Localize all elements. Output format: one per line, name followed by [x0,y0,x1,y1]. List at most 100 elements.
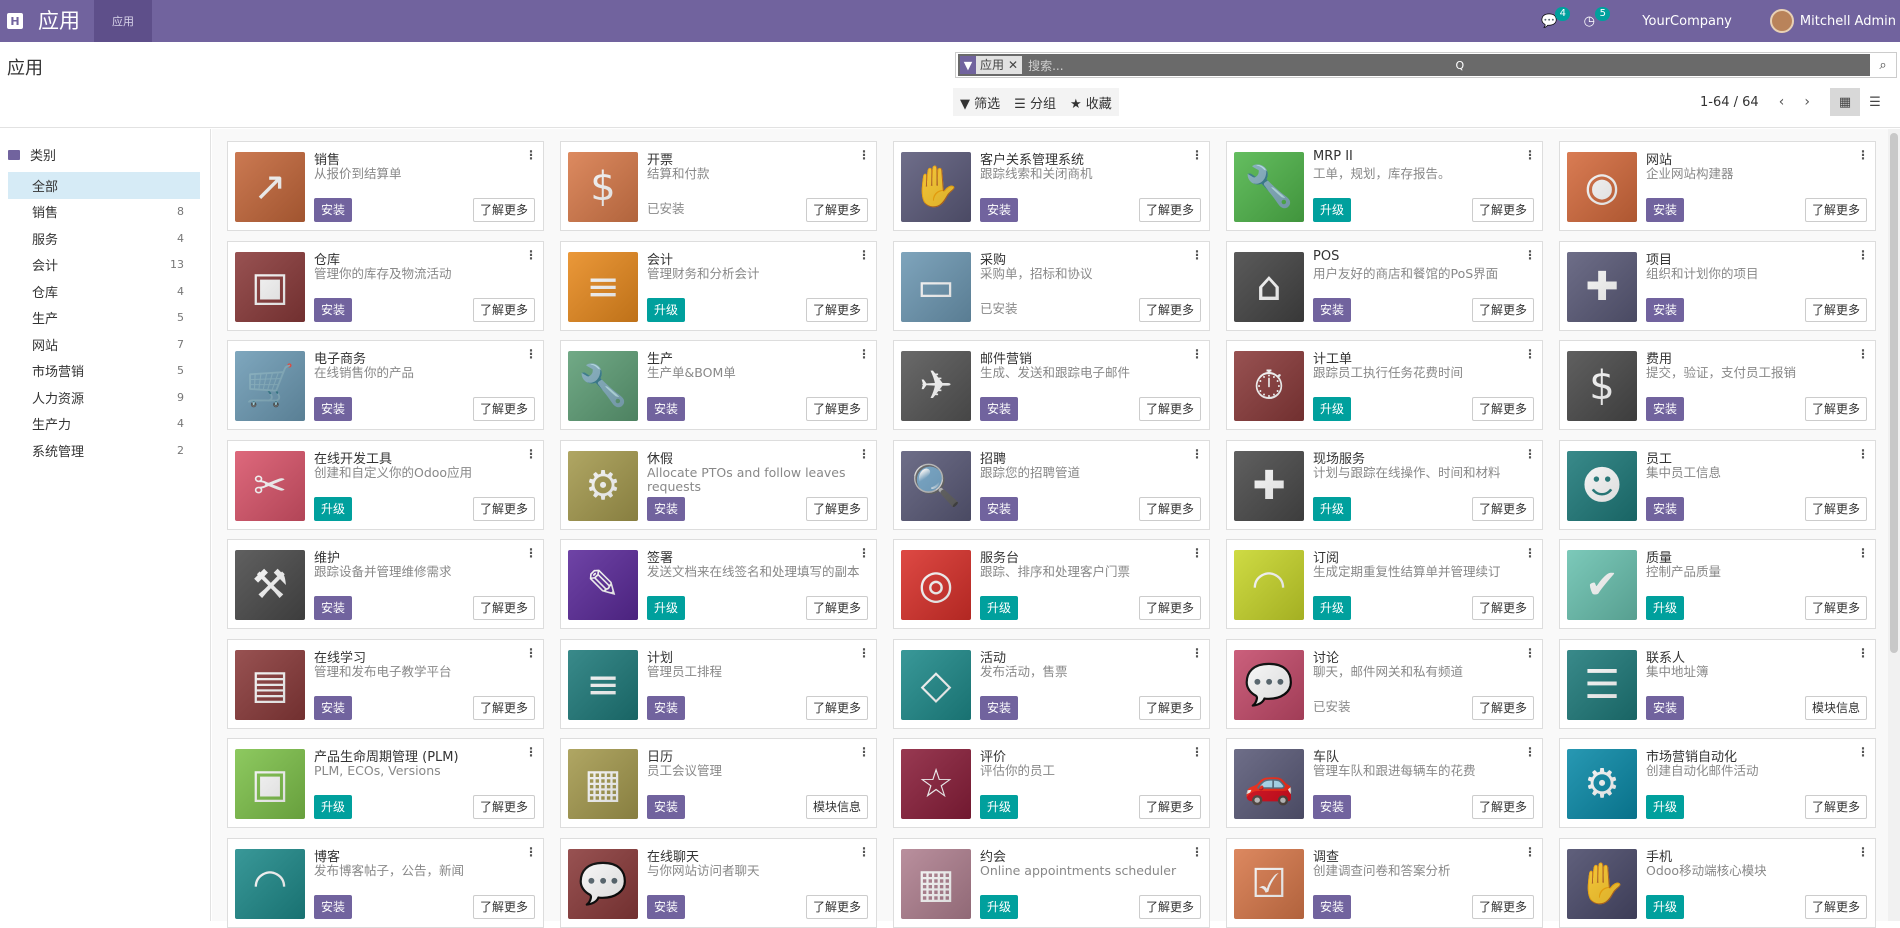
messages-button[interactable]: 💬 4 [1534,0,1571,42]
user-menu[interactable]: Mitchell Admin [1769,9,1896,33]
app-card[interactable]: $ 开票 结算和付款 ⋮ 已安装 了解更多 [560,141,877,231]
upgrade-button[interactable]: 升级 [1646,894,1685,919]
favorites-dropdown[interactable]: ★ 收藏 [1063,93,1119,112]
app-card[interactable]: ☰ 联系人 集中地址簿 ⋮ 安装 模块信息 [1559,638,1876,729]
install-button[interactable]: 安装 [1646,297,1685,322]
sidebar-item[interactable]: 市场营销 5 [8,358,200,385]
app-card[interactable]: ▦ 日历 员工会议管理 ⋮ 安装 模块信息 [560,738,877,828]
chevron-right-icon[interactable]: › [1804,94,1810,110]
learn-more-button[interactable]: 了解更多 [1471,596,1534,620]
kebab-menu-icon[interactable]: ⋮ [858,546,870,560]
learn-more-button[interactable]: 了解更多 [472,596,535,620]
learn-more-button[interactable]: 模块信息 [1804,695,1867,720]
learn-more-button[interactable]: 了解更多 [472,695,535,720]
learn-more-button[interactable]: 了解更多 [1471,397,1534,421]
learn-more-button[interactable]: 了解更多 [805,297,868,322]
app-card[interactable]: ⚙ 市场营销自动化 创建自动化邮件活动 ⋮ 升级 了解更多 [1559,738,1876,828]
sidebar-item[interactable]: 会计 13 [8,252,200,279]
app-card[interactable]: ◠ 订阅 生成定期重复性结算单并管理续订 ⋮ 升级 了解更多 [1226,539,1543,629]
learn-more-button[interactable]: 了解更多 [1138,198,1201,222]
learn-more-button[interactable]: 模块信息 [805,795,868,819]
learn-more-button[interactable]: 了解更多 [805,894,868,919]
install-button[interactable]: 安装 [1646,496,1685,521]
install-button[interactable]: 安装 [647,894,686,919]
app-card[interactable]: ▣ 产品生命周期管理 (PLM) PLM, ECOs, Versions ⋮ 升级 了解更… [227,738,544,828]
learn-more-button[interactable]: 了解更多 [1138,496,1201,521]
app-card[interactable]: ▭ 采购 采购单，招标和协议 ⋮ 已安装 了解更多 [893,240,1210,331]
upgrade-button[interactable]: 升级 [1313,496,1352,521]
upgrade-button[interactable]: 升级 [647,297,686,322]
install-button[interactable]: 安装 [1646,695,1685,720]
upgrade-button[interactable]: 升级 [1313,397,1352,421]
learn-more-button[interactable]: 了解更多 [1138,397,1201,421]
app-card[interactable]: 🚗 车队 管理车队和跟进每辆车的花费 ⋮ 安装 了解更多 [1226,738,1543,828]
app-card[interactable]: ✎ 签署 发送文档来在线签名和处理填写的副本 ⋮ 升级 了解更多 [560,539,877,629]
kebab-menu-icon[interactable]: ⋮ [525,646,537,660]
kebab-menu-icon[interactable]: ⋮ [1524,148,1536,162]
kebab-menu-icon[interactable]: ⋮ [858,248,870,262]
install-button[interactable]: 安装 [647,496,686,521]
upgrade-button[interactable]: 升级 [314,795,353,819]
learn-more-button[interactable]: 了解更多 [805,695,868,720]
install-button[interactable]: 安装 [314,297,353,322]
install-button[interactable]: 安装 [1646,397,1685,421]
upgrade-button[interactable]: 升级 [314,496,353,521]
pager-value[interactable]: 1-64 / 64 [1700,95,1759,110]
upgrade-button[interactable]: 升级 [1313,596,1352,620]
kebab-menu-icon[interactable]: ⋮ [858,845,870,859]
app-card[interactable]: 🔧 生产 生产单&BOM单 ⋮ 安装 了解更多 [560,340,877,430]
upgrade-button[interactable]: 升级 [1313,198,1352,222]
kebab-menu-icon[interactable]: ⋮ [1857,148,1869,162]
list-view-icon[interactable]: ☰ [1860,88,1890,116]
app-card[interactable]: $ 费用 提交，验证，支付员工报销 ⋮ 安装 了解更多 [1559,340,1876,430]
app-card[interactable]: ⌂ POS 用户友好的商店和餐馆的PoS界面 ⋮ 安装 了解更多 [1226,240,1543,331]
install-button[interactable]: 安装 [314,397,353,421]
learn-more-button[interactable]: 了解更多 [1471,198,1534,222]
sidebar-item[interactable]: 系统管理 2 [8,437,200,464]
kebab-menu-icon[interactable]: ⋮ [1857,347,1869,361]
learn-more-button[interactable]: 了解更多 [1471,496,1534,521]
kebab-menu-icon[interactable]: ⋮ [1191,148,1203,162]
kebab-menu-icon[interactable]: ⋮ [525,546,537,560]
sidebar-item[interactable]: 服务 4 [8,225,200,252]
app-card[interactable]: ▦ 约会 Online appointments scheduler ⋮ 升级 了解更多 [893,837,1210,928]
home-menu-button[interactable]: H [0,0,30,42]
app-card[interactable]: ⚙ 休假 Allocate PTOs and follow leaves reque… [560,439,877,530]
app-card[interactable]: ◇ 活动 发布活动，售票 ⋮ 安装 了解更多 [893,638,1210,729]
search-input[interactable]: ▼ 应用 ✕ 搜索... Q [958,54,1870,76]
app-card[interactable]: ✋ 客户关系管理系统 跟踪线索和关闭商机 ⋮ 安装 了解更多 [893,141,1210,231]
chevron-left-icon[interactable]: ‹ [1779,94,1785,110]
app-card[interactable]: 💬 在线聊天 与你网站访问者聊天 ⋮ 安装 了解更多 [560,837,877,928]
learn-more-button[interactable]: 了解更多 [805,596,868,620]
groupby-dropdown[interactable]: ☰ 分组 [1007,93,1063,112]
sidebar-item[interactable]: 全部 [8,172,200,199]
app-card[interactable]: ✋ 手机 Odoo移动端核心模块 ⋮ 升级 了解更多 [1559,837,1876,928]
kebab-menu-icon[interactable]: ⋮ [1191,845,1203,859]
kebab-menu-icon[interactable]: ⋮ [525,745,537,759]
kebab-menu-icon[interactable]: ⋮ [1191,447,1203,461]
app-card[interactable]: ⚒ 维护 跟踪设备并管理维修需求 ⋮ 安装 了解更多 [227,539,544,629]
install-button[interactable]: 安装 [980,397,1019,421]
scrollbar[interactable] [1888,129,1900,921]
install-button[interactable]: 安装 [980,695,1019,720]
learn-more-button[interactable]: 了解更多 [1138,795,1201,819]
learn-more-button[interactable]: 了解更多 [472,397,535,421]
learn-more-button[interactable]: 了解更多 [1138,894,1201,919]
scrollbar-thumb[interactable] [1890,133,1898,653]
app-card[interactable]: ☑ 调查 创建调查问卷和答案分析 ⋮ 安装 了解更多 [1226,837,1543,928]
kebab-menu-icon[interactable]: ⋮ [1524,646,1536,660]
install-button[interactable]: 安装 [980,198,1019,222]
search-icon[interactable]: ⌕ [1870,53,1896,77]
kebab-menu-icon[interactable]: ⋮ [858,347,870,361]
company-switcher[interactable]: YourCompany [1642,14,1732,29]
learn-more-button[interactable]: 了解更多 [472,297,535,322]
app-card[interactable]: ☻ 员工 集中员工信息 ⋮ 安装 了解更多 [1559,439,1876,530]
sidebar-item[interactable]: 网站 7 [8,331,200,358]
kebab-menu-icon[interactable]: ⋮ [1524,447,1536,461]
sidebar-item[interactable]: 仓库 4 [8,278,200,305]
learn-more-button[interactable]: 了解更多 [1804,198,1867,222]
kebab-menu-icon[interactable]: ⋮ [1524,347,1536,361]
kebab-menu-icon[interactable]: ⋮ [1857,646,1869,660]
learn-more-button[interactable]: 了解更多 [805,496,868,521]
install-button[interactable]: 安装 [980,496,1019,521]
